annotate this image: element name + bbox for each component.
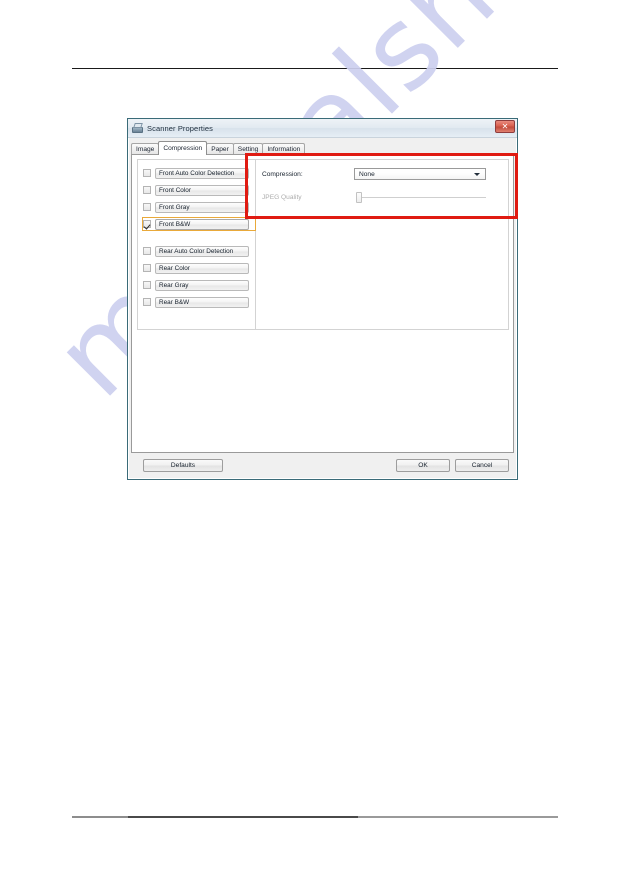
scanner-icon	[132, 122, 143, 134]
checkbox-label[interactable]: Front Gray	[155, 201, 249, 213]
slider-track	[358, 197, 486, 198]
jpeg-quality-label: JPEG Quality	[262, 193, 302, 201]
checkbox-row-rear-bw[interactable]: Rear B&W	[143, 296, 255, 308]
checkbox-icon[interactable]	[143, 186, 151, 194]
compression-options-area: Compression: None JPEG Quality	[256, 160, 508, 329]
checkbox-label[interactable]: Rear Color	[155, 262, 249, 274]
checkbox-icon-checked[interactable]	[143, 220, 151, 228]
dialog-titlebar[interactable]: Scanner Properties ✕	[128, 119, 517, 138]
checkbox-label[interactable]: Rear Gray	[155, 279, 249, 291]
checkbox-label[interactable]: Rear Auto Color Detection	[155, 245, 249, 257]
compression-tab-panel: Front Auto Color Detection Front Color F…	[131, 154, 514, 453]
compression-dropdown[interactable]: None	[354, 168, 486, 180]
image-selection-list: Front Auto Color Detection Front Color F…	[138, 160, 256, 329]
compression-label: Compression:	[262, 170, 303, 178]
close-icon[interactable]: ✕	[495, 120, 515, 133]
compression-setting-row: Compression: None	[262, 168, 508, 180]
tab-strip: Image Compression Paper Setting Informat…	[131, 141, 517, 155]
checkbox-label[interactable]: Front Color	[155, 184, 249, 196]
checkbox-icon[interactable]	[143, 169, 151, 177]
page-header-rule	[72, 68, 558, 69]
dialog-footer: Defaults OK Cancel	[131, 457, 514, 475]
checkbox-label[interactable]: Front Auto Color Detection	[155, 167, 249, 179]
checkbox-label[interactable]: Front B&W	[155, 218, 249, 230]
compression-dropdown-value: None	[359, 170, 375, 178]
checkbox-icon[interactable]	[143, 281, 151, 289]
defaults-button[interactable]: Defaults	[143, 459, 223, 472]
checkbox-icon[interactable]	[143, 203, 151, 211]
checkbox-row-front-auto-color-detection[interactable]: Front Auto Color Detection	[143, 167, 255, 179]
scanner-properties-dialog: Scanner Properties ✕ Image Compression P…	[127, 118, 518, 480]
jpeg-quality-setting-row: JPEG Quality	[262, 191, 508, 203]
checkbox-label[interactable]: Rear B&W	[155, 296, 249, 308]
chevron-down-icon	[474, 172, 480, 176]
dialog-title: Scanner Properties	[147, 123, 214, 133]
checkbox-row-rear-auto-color-detection[interactable]: Rear Auto Color Detection	[143, 245, 255, 257]
jpeg-quality-slider[interactable]	[354, 191, 486, 203]
ok-button[interactable]: OK	[396, 459, 450, 472]
list-group-spacer	[143, 235, 255, 245]
checkbox-row-rear-color[interactable]: Rear Color	[143, 262, 255, 274]
checkbox-row-front-gray[interactable]: Front Gray	[143, 201, 255, 213]
checkbox-row-front-bw[interactable]: Front B&W	[142, 217, 256, 231]
checkbox-row-rear-gray[interactable]: Rear Gray	[143, 279, 255, 291]
compression-settings-panel: Front Auto Color Detection Front Color F…	[137, 159, 509, 330]
checkbox-row-front-color[interactable]: Front Color	[143, 184, 255, 196]
checkbox-icon[interactable]	[143, 298, 151, 306]
page-footer-rule	[72, 816, 558, 818]
checkbox-icon[interactable]	[143, 247, 151, 255]
cancel-button[interactable]: Cancel	[455, 459, 509, 472]
tab-compression[interactable]: Compression	[158, 141, 208, 155]
slider-thumb[interactable]	[356, 192, 362, 203]
checkbox-icon[interactable]	[143, 264, 151, 272]
